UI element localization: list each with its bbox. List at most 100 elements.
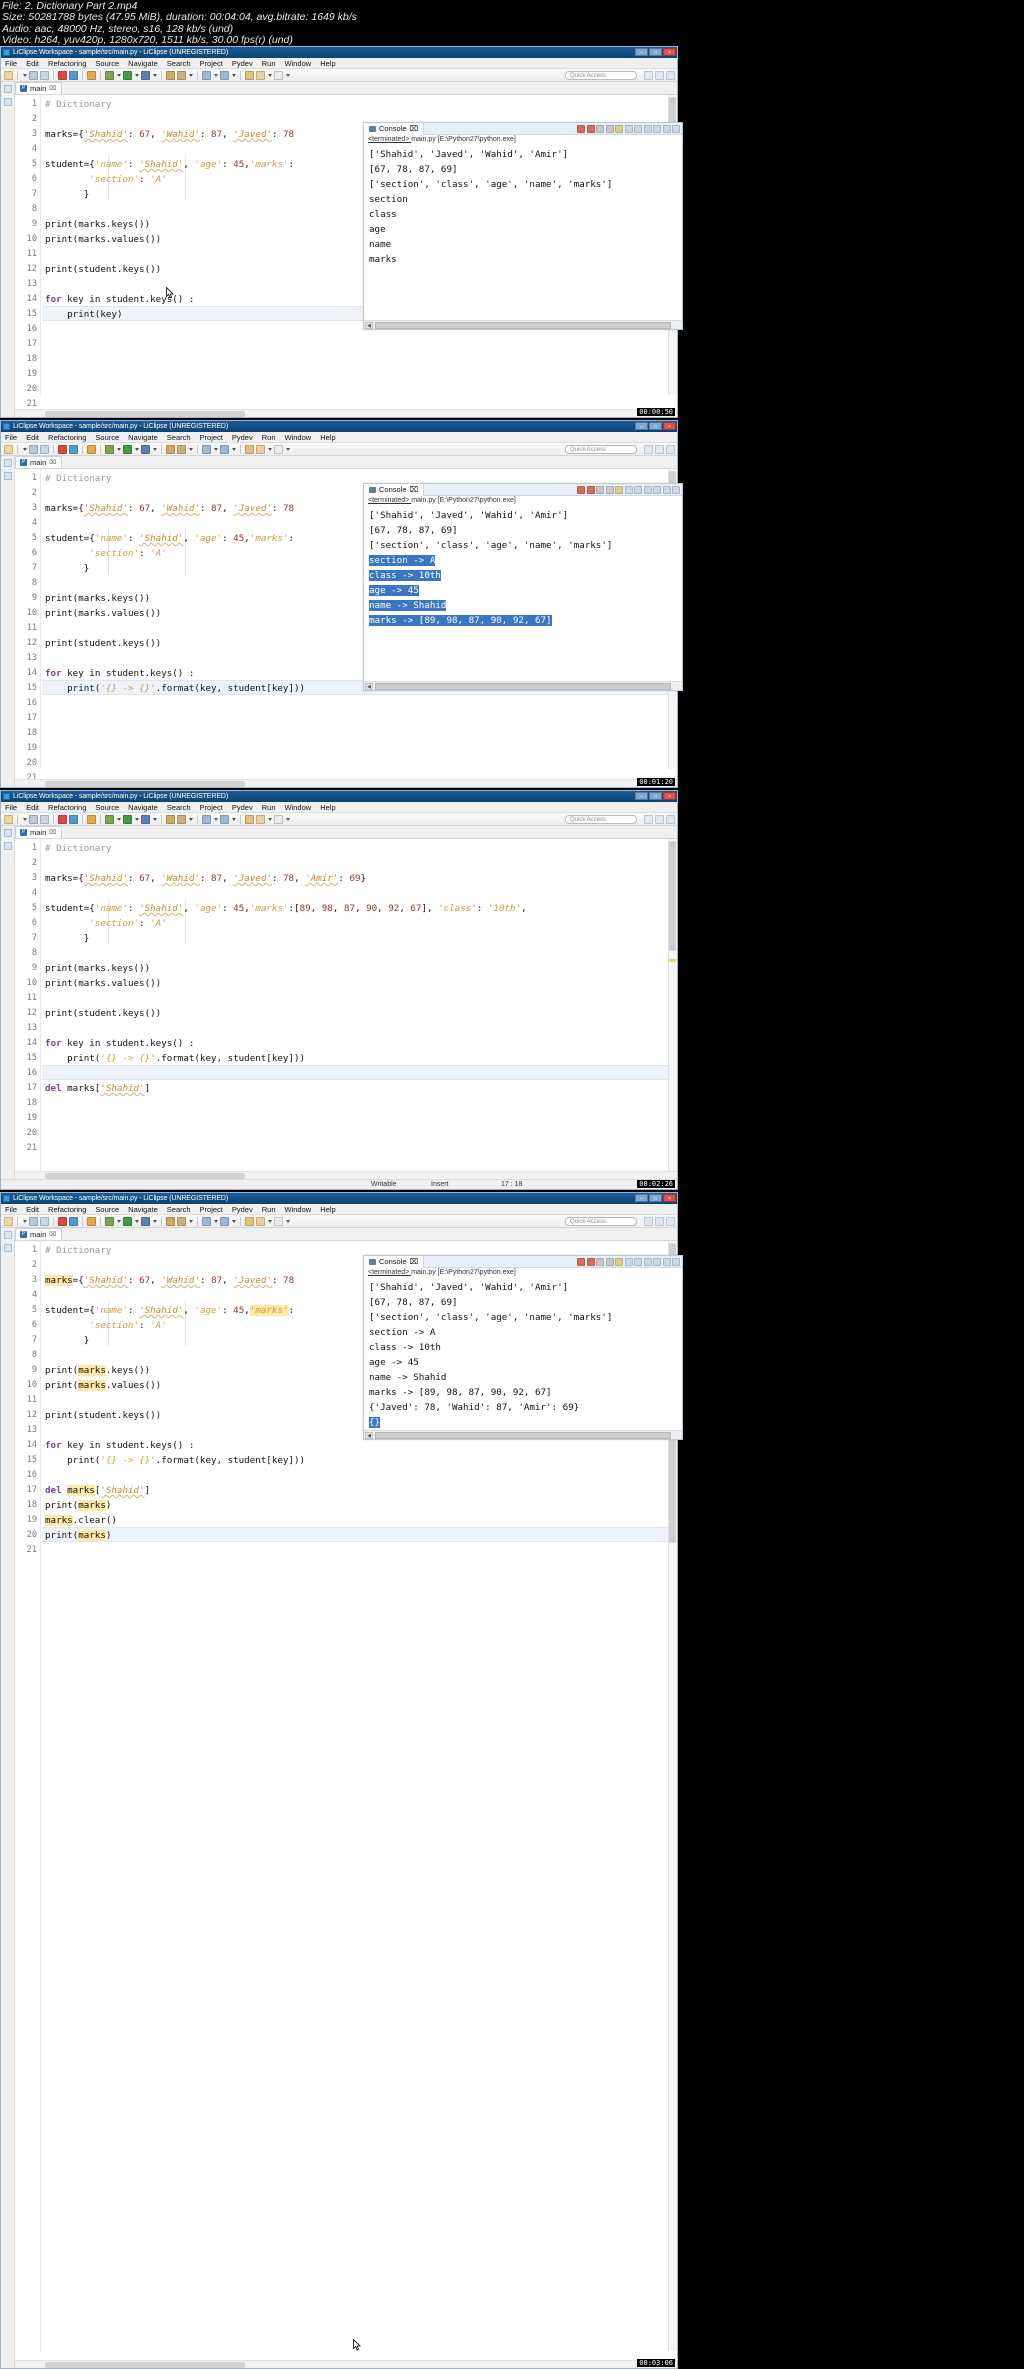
next-annotation-icon[interactable]	[202, 814, 211, 824]
clear-console-icon[interactable]	[615, 486, 623, 494]
editor-hscroll-thumb[interactable]	[45, 781, 245, 787]
editor-horizontal-scrollbar[interactable]	[15, 2360, 677, 2368]
close-button[interactable]: ×	[663, 1194, 676, 1202]
external-tools-icon[interactable]	[166, 70, 175, 80]
maximize-console-icon[interactable]	[672, 125, 680, 133]
next-annotation-icon[interactable]	[202, 1216, 211, 1226]
outline-view-icon[interactable]	[3, 842, 12, 850]
coverage-icon[interactable]	[141, 444, 150, 454]
clear-console-icon[interactable]	[615, 125, 623, 133]
menu-item-window[interactable]: Window	[285, 433, 312, 442]
prev-annotation-icon[interactable]	[220, 444, 229, 454]
menu-item-help[interactable]: Help	[320, 1205, 335, 1214]
open-folder-icon[interactable]	[87, 70, 96, 80]
maximize-button[interactable]: □	[649, 422, 662, 430]
menu-item-navigate[interactable]: Navigate	[128, 433, 158, 442]
back-nav-icon[interactable]	[245, 814, 254, 824]
pin-console-icon[interactable]	[634, 1258, 642, 1266]
console-hscroll-thumb[interactable]	[375, 683, 671, 690]
new-file-icon[interactable]	[4, 814, 13, 824]
menu-item-run[interactable]: Run	[262, 59, 276, 68]
dropdown-caret-icon[interactable]	[153, 447, 157, 451]
remove-all-icon[interactable]	[605, 486, 614, 494]
menu-item-edit[interactable]: Edit	[26, 433, 39, 442]
window-title-bar[interactable]: LiClipse Workspace - sample/src/main.py …	[1, 421, 677, 432]
forward-arrow-icon[interactable]	[274, 1216, 283, 1226]
menu-item-file[interactable]: File	[5, 59, 17, 68]
pin-console-icon[interactable]	[634, 125, 642, 133]
editor-hscroll-thumb[interactable]	[45, 411, 245, 417]
debug-record-icon[interactable]	[58, 814, 67, 824]
menu-item-help[interactable]: Help	[320, 433, 335, 442]
external-tools-icon[interactable]	[166, 1216, 175, 1226]
remove-launch-icon[interactable]	[596, 125, 604, 133]
dropdown-caret-icon[interactable]	[117, 1219, 121, 1223]
menu-item-window[interactable]: Window	[285, 803, 312, 812]
menu-item-run[interactable]: Run	[262, 1205, 276, 1214]
menu-item-project[interactable]: Project	[200, 59, 223, 68]
maximize-console-icon[interactable]	[672, 1258, 680, 1266]
perspective-pydev-icon[interactable]	[644, 1217, 653, 1226]
close-button[interactable]: ×	[663, 422, 676, 430]
scroll-lock-icon[interactable]	[624, 125, 633, 133]
menu-item-navigate[interactable]: Navigate	[128, 59, 158, 68]
forward-arrow-icon[interactable]	[274, 70, 283, 80]
dropdown-caret-icon[interactable]	[135, 73, 139, 77]
pin-console-icon[interactable]	[634, 486, 642, 494]
menu-item-project[interactable]: Project	[200, 1205, 223, 1214]
run-play-icon[interactable]	[69, 70, 78, 80]
coverage-icon[interactable]	[141, 814, 150, 824]
outline-view-icon[interactable]	[3, 1244, 12, 1252]
menu-item-file[interactable]: File	[5, 433, 17, 442]
minimize-console-icon[interactable]	[662, 1258, 671, 1266]
display-selected-console-icon[interactable]	[643, 125, 652, 133]
console-horizontal-scrollbar[interactable]: ◀	[364, 681, 682, 690]
dropdown-caret-icon[interactable]	[214, 73, 218, 77]
dropdown-caret-icon[interactable]	[135, 1219, 139, 1223]
debug-bug-icon[interactable]	[105, 814, 114, 824]
console-hscroll-thumb[interactable]	[375, 322, 671, 329]
menu-item-source[interactable]: Source	[95, 1205, 119, 1214]
pencil-icon[interactable]	[177, 444, 186, 454]
editor-tab-close-icon[interactable]: ⌧	[49, 85, 56, 92]
dropdown-caret-icon[interactable]	[286, 447, 290, 451]
menu-item-run[interactable]: Run	[262, 433, 276, 442]
menu-item-help[interactable]: Help	[320, 803, 335, 812]
menu-item-source[interactable]: Source	[95, 433, 119, 442]
dropdown-caret-icon[interactable]	[268, 73, 272, 77]
console-output[interactable]: ['Shahid', 'Javed', 'Wahid', 'Amir'] [67,…	[364, 1278, 682, 1430]
minimize-console-icon[interactable]	[662, 486, 671, 494]
dropdown-caret-icon[interactable]	[117, 817, 121, 821]
save-icon[interactable]	[29, 814, 38, 824]
run-play-icon[interactable]	[69, 814, 78, 824]
perspective-debug-icon[interactable]	[655, 1217, 664, 1226]
save-all-icon[interactable]	[40, 814, 49, 824]
maximize-button[interactable]: □	[649, 48, 662, 56]
debug-bug-icon[interactable]	[105, 70, 114, 80]
window-title-bar[interactable]: LiClipse Workspace - sample/src/main.py …	[1, 791, 677, 802]
forward-arrow-icon[interactable]	[274, 814, 283, 824]
menu-item-navigate[interactable]: Navigate	[128, 803, 158, 812]
editor-horizontal-scrollbar[interactable]	[15, 409, 677, 417]
menu-item-run[interactable]: Run	[262, 803, 276, 812]
debug-record-icon[interactable]	[58, 1216, 67, 1226]
terminate-all-icon[interactable]	[586, 1258, 595, 1266]
menu-item-file[interactable]: File	[5, 803, 17, 812]
menu-item-edit[interactable]: Edit	[26, 1205, 39, 1214]
editor-tab-close-icon[interactable]: ⌧	[49, 829, 56, 836]
dropdown-caret-icon[interactable]	[232, 817, 236, 821]
menu-item-source[interactable]: Source	[95, 803, 119, 812]
menu-item-project[interactable]: Project	[200, 803, 223, 812]
menu-item-window[interactable]: Window	[285, 59, 312, 68]
maximize-console-icon[interactable]	[672, 486, 680, 494]
new-file-icon[interactable]	[4, 444, 13, 454]
minimize-button[interactable]: –	[635, 48, 648, 56]
close-button[interactable]: ×	[663, 48, 676, 56]
minimize-button[interactable]: –	[635, 1194, 648, 1202]
console-horizontal-scrollbar[interactable]: ◀	[364, 1430, 682, 1439]
quick-access-input[interactable]: Quick Access	[565, 445, 637, 454]
minimize-button[interactable]: –	[635, 422, 648, 430]
console-scroll-left-arrow[interactable]: ◀	[365, 1432, 373, 1439]
dropdown-caret-icon[interactable]	[135, 817, 139, 821]
menu-item-refactoring[interactable]: Refactoring	[48, 1205, 86, 1214]
